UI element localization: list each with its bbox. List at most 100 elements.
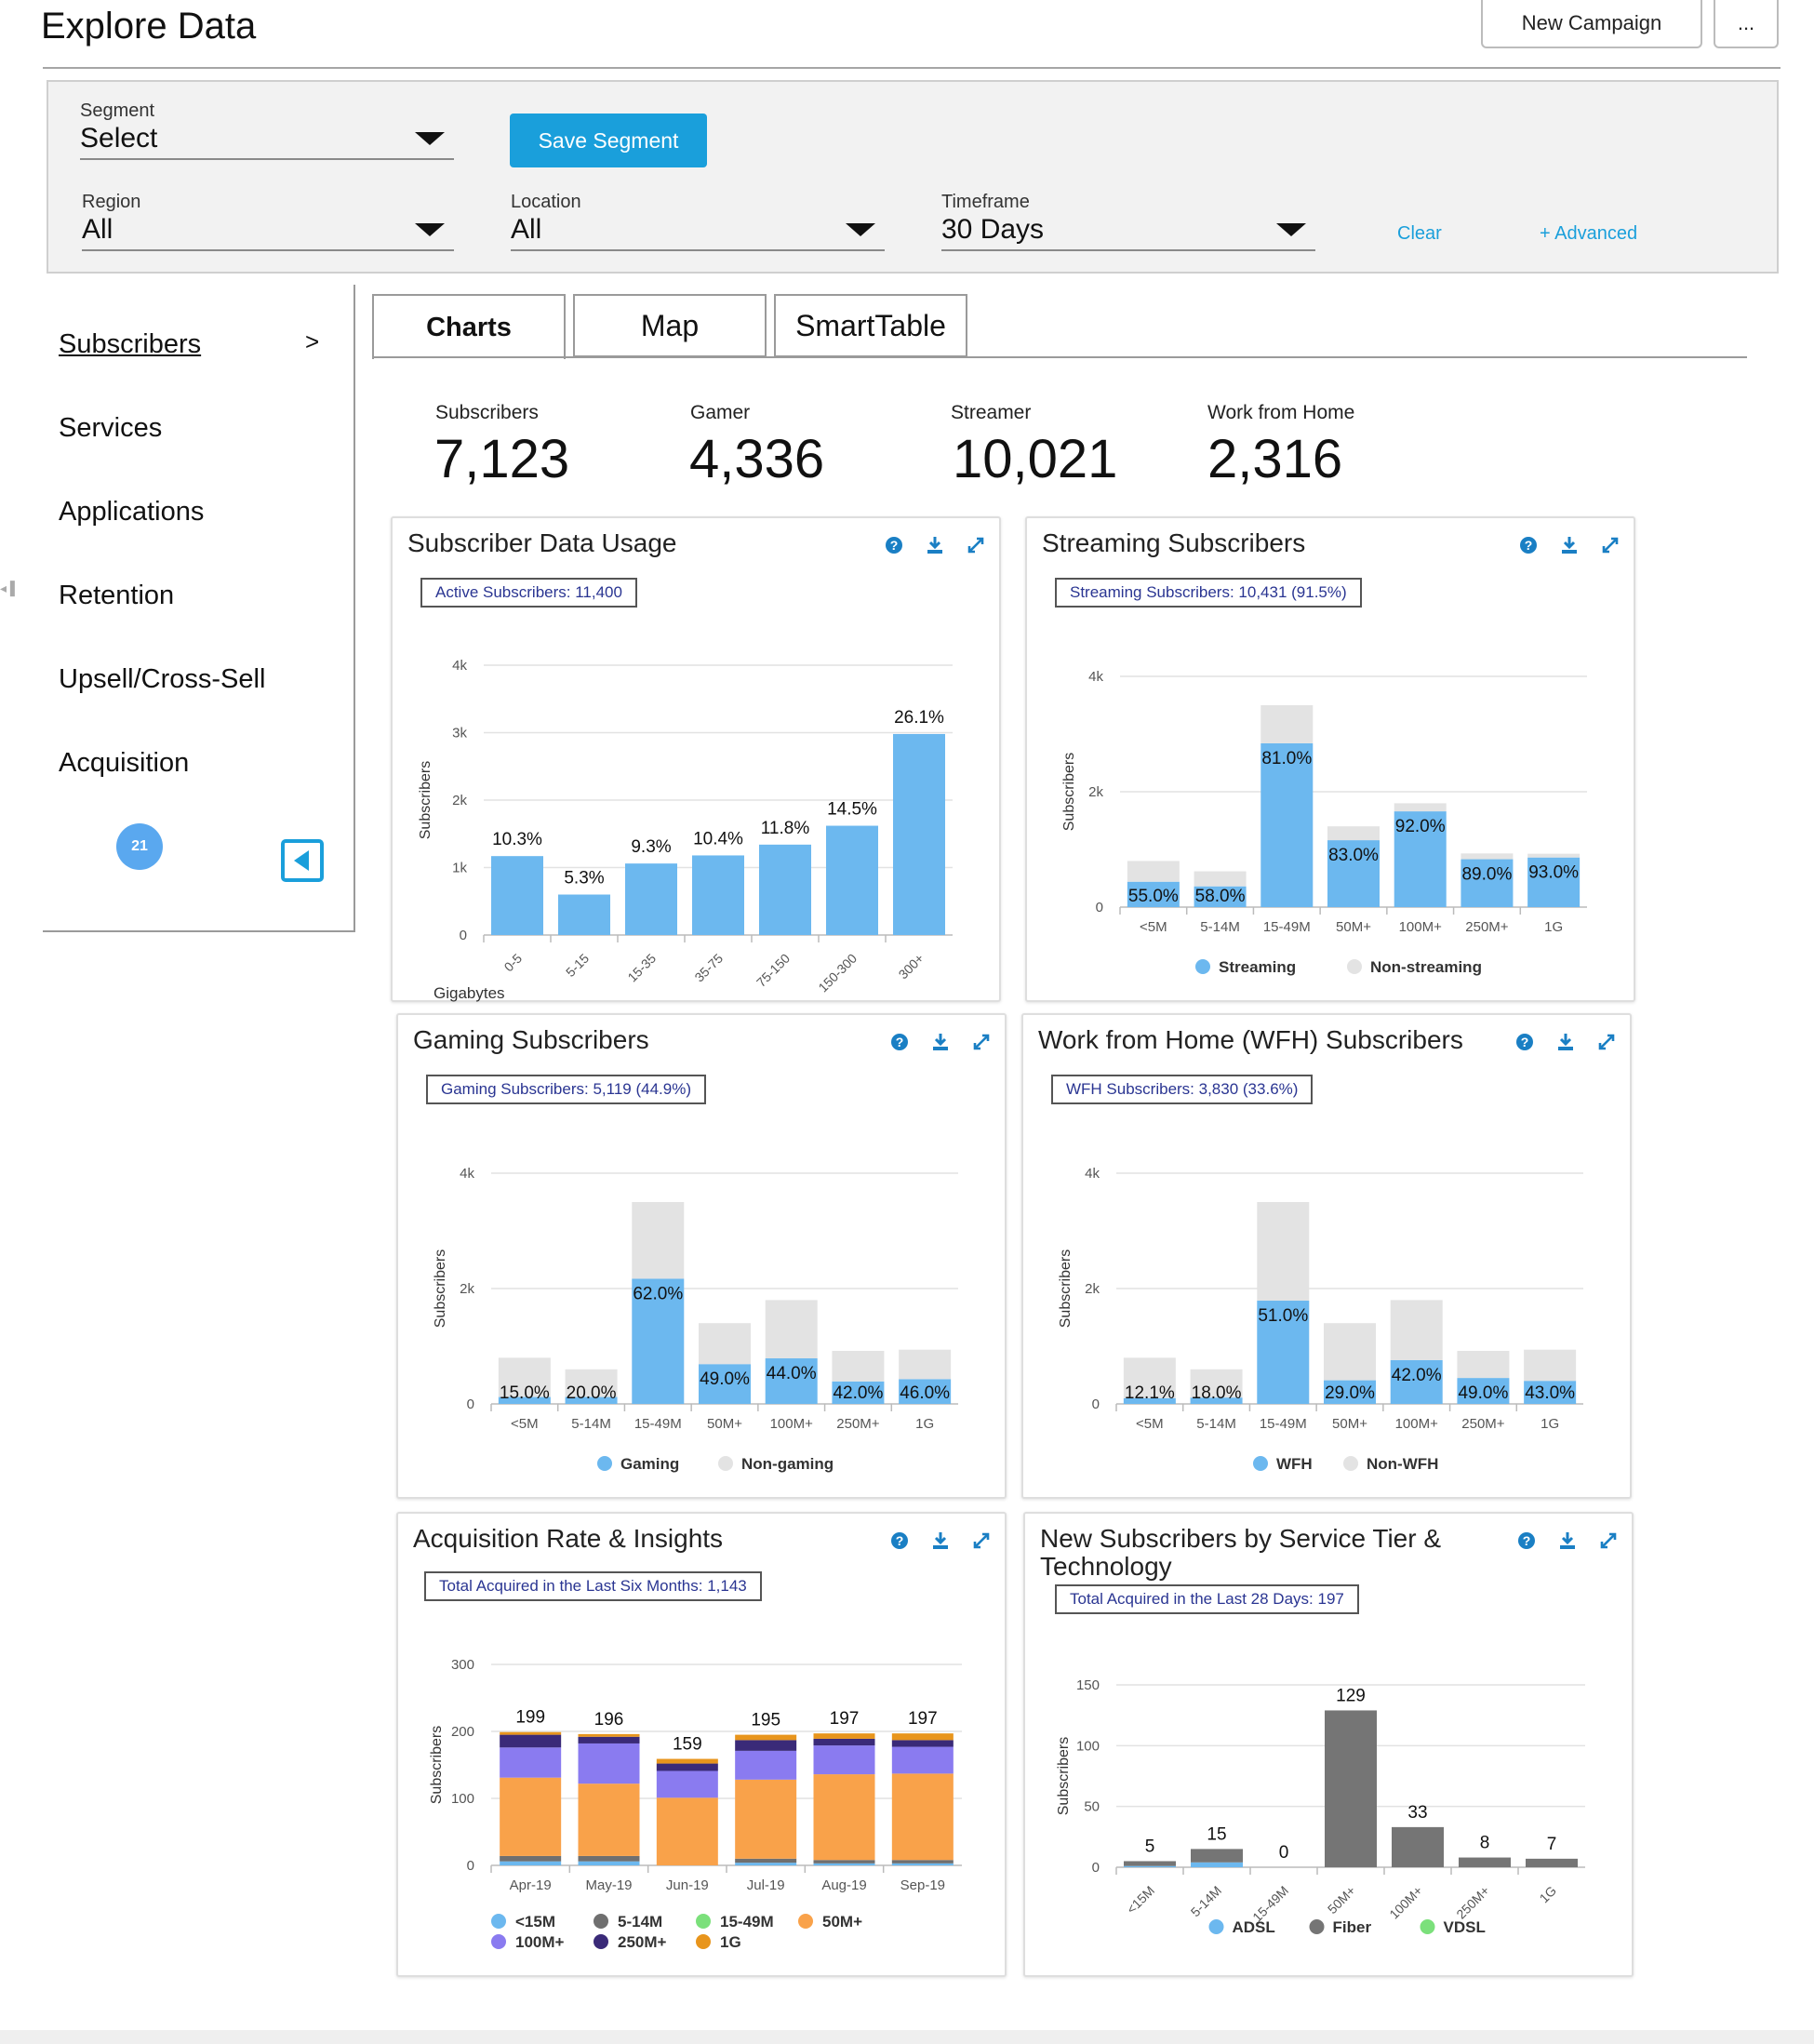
legend-label: 50M+ <box>822 1913 862 1930</box>
sidebar-item-applications[interactable]: Applications <box>59 497 204 528</box>
legend-label: 100M+ <box>515 1933 565 1951</box>
y-tick-label: 1k <box>452 861 467 876</box>
collapse-sidebar-button[interactable] <box>281 839 324 882</box>
bar-segment <box>891 1773 954 1861</box>
notification-badge[interactable]: 21 <box>116 823 163 870</box>
data-label: 92.0% <box>1395 817 1446 836</box>
x-tick-label: Jun-19 <box>666 1877 709 1893</box>
location-select[interactable]: All <box>511 212 885 251</box>
bar-segment <box>1461 853 1514 860</box>
more-options-button[interactable]: ... <box>1714 0 1779 48</box>
acquisition-chart: 0 100 200 300 Subscribers Apr-19 199 May-19 196 J… <box>429 1657 962 1951</box>
sidebar-item-upsell[interactable]: Upsell/Cross-Sell <box>59 664 265 695</box>
clear-link[interactable]: Clear <box>1397 223 1442 245</box>
title-divider <box>43 67 1781 69</box>
bar-segment <box>891 1860 954 1864</box>
bar-segment <box>735 1734 797 1741</box>
timeframe-select[interactable]: 30 Days <box>941 212 1315 251</box>
y-tick-label: 100 <box>1076 1738 1100 1754</box>
bar <box>558 894 610 935</box>
legend-label: Non-WFH <box>1367 1455 1438 1473</box>
data-label: 81.0% <box>1261 749 1312 768</box>
total-label: 5 <box>1145 1837 1155 1856</box>
sidebar-item-services[interactable]: Services <box>59 413 162 444</box>
data-label: 44.0% <box>767 1364 817 1383</box>
legend-label: VDSL <box>1444 1918 1486 1936</box>
save-segment-button[interactable]: Save Segment <box>510 114 707 167</box>
tab-charts[interactable]: Charts <box>372 294 566 359</box>
kpi-wfh-value: 2,316 <box>1207 429 1343 489</box>
bar-segment <box>699 1323 751 1365</box>
data-label: 83.0% <box>1328 846 1379 865</box>
bar-segment <box>1124 1865 1176 1867</box>
sidebar: Subscribers > Services Applications Rete… <box>43 285 355 932</box>
kpi-wfh-label: Work from Home <box>1207 402 1355 423</box>
total-label: 195 <box>751 1711 780 1730</box>
bar <box>625 863 677 935</box>
y-axis-label: Subscribers <box>1058 1249 1074 1328</box>
bar-segment <box>735 1863 797 1865</box>
bar-segment <box>735 1750 797 1780</box>
timeframe-label: Timeframe <box>941 192 1030 212</box>
bar-segment <box>500 1861 562 1865</box>
x-tick-label: 5-14M <box>1196 1416 1236 1432</box>
region-select[interactable]: All <box>82 212 454 251</box>
bar-segment <box>500 1855 562 1862</box>
chevron-down-icon <box>415 132 445 145</box>
legend-label: Fiber <box>1333 1918 1372 1936</box>
x-tick-label: 35-75 <box>691 951 726 985</box>
kpi-gamer-label: Gamer <box>690 402 751 423</box>
kpi-subscribers-label: Subscribers <box>435 402 539 423</box>
legend-marker <box>1347 959 1362 974</box>
total-label: 8 <box>1480 1834 1490 1853</box>
bar-segment <box>500 1731 562 1735</box>
new-campaign-button[interactable]: New Campaign <box>1481 0 1702 48</box>
y-axis-label: Subscribers <box>1061 753 1077 831</box>
kpi-streamer-label: Streamer <box>951 402 1032 423</box>
bar-segment <box>578 1736 640 1743</box>
x-tick-label: 100M+ <box>770 1416 814 1432</box>
sidebar-item-subscribers[interactable]: Subscribers <box>59 329 201 360</box>
x-tick-label: 150-300 <box>815 951 860 995</box>
x-tick-label: May-19 <box>585 1877 632 1893</box>
gaming-card: Gaming Subscribers ? Gaming Subscribers:… <box>396 1013 1007 1499</box>
data-label: 42.0% <box>1392 1366 1442 1385</box>
y-tick-label: 0 <box>1092 1860 1100 1876</box>
bar-segment <box>891 1740 954 1747</box>
total-label: 197 <box>830 1709 860 1729</box>
segment-select[interactable]: Select <box>80 121 454 160</box>
x-tick-label: Sep-19 <box>900 1877 945 1893</box>
tab-smarttable[interactable]: SmartTable <box>774 294 967 357</box>
legend-label: <15M <box>515 1913 555 1930</box>
sidebar-item-acquisition[interactable]: Acquisition <box>59 748 189 779</box>
bar-segment <box>1327 826 1380 841</box>
side-panel-handle[interactable]: ◂ ▌ <box>0 581 28 599</box>
chevron-down-icon <box>846 223 875 236</box>
bar-segment <box>813 1733 875 1739</box>
sidebar-item-retention[interactable]: Retention <box>59 581 174 611</box>
legend-label: 15-49M <box>720 1913 774 1930</box>
y-tick-label: 4k <box>1088 669 1103 685</box>
bar-segment <box>500 1734 562 1748</box>
bar-segment <box>578 1743 640 1784</box>
data-usage-chart: 0 1k 2k 3k 4k Subscribers 0-5 10.3% 5-15 5.3% 15-3… <box>418 658 953 1002</box>
acquisition-card: Acquisition Rate & Insights ? Total Acqu… <box>396 1512 1007 1977</box>
y-tick-label: 100 <box>451 1791 474 1807</box>
x-tick-label: 250M+ <box>1453 1883 1492 1922</box>
bar-segment <box>656 1758 718 1764</box>
legend-marker <box>1195 959 1210 974</box>
legend-marker <box>491 1934 506 1949</box>
data-label: 42.0% <box>833 1383 883 1403</box>
bar-segment <box>500 1777 562 1856</box>
bar-segment <box>813 1738 875 1746</box>
x-tick-label: <5M <box>511 1416 539 1432</box>
bar-segment <box>891 1746 954 1774</box>
data-label: 29.0% <box>1325 1383 1375 1403</box>
filter-panel: Segment Select Region All Location All T… <box>47 80 1779 274</box>
tab-map[interactable]: Map <box>573 294 767 357</box>
x-tick-label: 5-14M <box>1200 919 1240 935</box>
streaming-chart: 0 2k 4k Subscribers <5M 55.0% 5-14M 58.0% 15-49M… <box>1061 669 1587 976</box>
advanced-link[interactable]: + Advanced <box>1540 223 1637 245</box>
data-label: 11.8% <box>761 819 810 838</box>
bar-segment <box>813 1774 875 1861</box>
